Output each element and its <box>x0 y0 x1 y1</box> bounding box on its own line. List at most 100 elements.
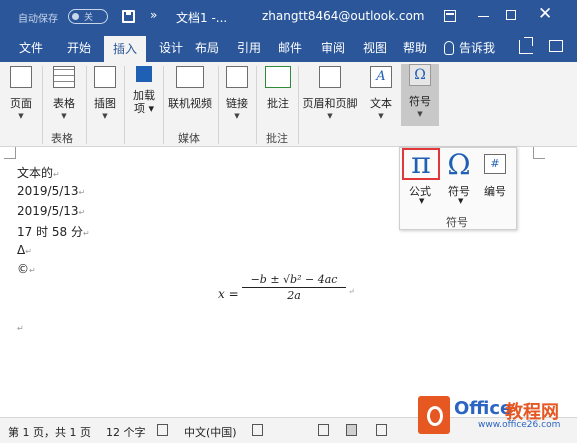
addins-label: 加载 项 ▾ <box>133 89 155 115</box>
chevron-down-icon: ▼ <box>61 112 67 120</box>
paragraph-mark-icon: ↵ <box>29 266 36 275</box>
table-button[interactable]: 表格 ▼ <box>46 66 82 122</box>
paragraph-mark-icon: ↵ <box>17 324 24 333</box>
illustrations-icon <box>94 66 116 88</box>
number-icon[interactable]: # <box>484 154 506 174</box>
watermark-brand: Office <box>454 398 513 419</box>
chevron-down-icon: ▼ <box>327 112 333 120</box>
tab-file[interactable]: 文件 <box>10 34 52 62</box>
print-layout-icon[interactable] <box>346 424 357 436</box>
symbols-label: 符号 <box>409 95 431 108</box>
link-button[interactable]: 链接 ▼ <box>220 66 254 122</box>
symbols-dropdown: π 公式 ▼ Ω 符号 ▼ # 编号 符号 <box>399 147 517 230</box>
read-mode-icon[interactable] <box>318 424 329 436</box>
equation-numerator: −b ± √b² − 4ac <box>242 273 346 288</box>
language[interactable]: 中文(中国) <box>184 424 237 440</box>
paragraph-mark-icon: ↵ <box>348 287 355 296</box>
paragraph-mark-icon: ↵ <box>53 170 60 179</box>
doc-line[interactable]: 17 时 58 分↵ <box>17 223 90 240</box>
chevron-down-icon: ▼ <box>102 112 108 120</box>
ribbon-tabs: 文件 开始 插入 设计 布局 引用 邮件 审阅 视图 帮助 告诉我 <box>0 34 577 62</box>
link-label: 链接 <box>226 97 248 110</box>
chevron-down-icon: ▼ <box>18 112 24 120</box>
line-text: Δ <box>17 243 26 257</box>
tell-me-search[interactable]: 告诉我 <box>456 34 498 62</box>
minimize-icon[interactable] <box>478 16 489 17</box>
text-button[interactable]: A 文本 ▼ <box>364 66 398 122</box>
equation-pi-icon[interactable]: π <box>402 148 440 180</box>
save-icon[interactable] <box>122 10 135 23</box>
ribbon-display-options-icon[interactable] <box>444 10 456 22</box>
watermark-url: www.office26.com <box>478 420 561 430</box>
margin-corner-mark <box>533 147 545 159</box>
line-text: 2019/5/13 <box>17 184 79 198</box>
paragraph-mark-icon: ↵ <box>82 229 90 238</box>
symbols-button[interactable]: Ω 符号 ▼ <box>401 64 439 126</box>
account-name[interactable]: zhangtt8464@outlook.com <box>262 9 425 23</box>
doc-line[interactable]: 2019/5/13↵ <box>17 204 85 218</box>
tab-layout[interactable]: 布局 <box>186 34 228 62</box>
tab-mailings[interactable]: 邮件 <box>269 34 311 62</box>
share-icon[interactable] <box>519 37 533 54</box>
line-text: 文本的 <box>17 166 54 180</box>
doc-line[interactable]: ©↵ <box>17 262 36 276</box>
margin-corner-mark <box>4 147 16 159</box>
header-footer-label: 页眉和页脚 <box>302 97 358 110</box>
number-label[interactable]: 编号 <box>484 183 506 199</box>
word-count[interactable]: 12 个字 <box>106 424 146 440</box>
doc-line[interactable]: 文本的↵ <box>17 164 60 181</box>
group-symbols: 符号 <box>446 216 468 229</box>
chevron-down-icon[interactable]: ▼ <box>419 197 424 205</box>
addins-icon <box>136 66 152 82</box>
lightbulb-icon <box>444 41 454 55</box>
page-button[interactable]: 页面 ▼ <box>4 66 38 122</box>
divider <box>124 66 125 144</box>
online-video-button[interactable]: 联机视频 <box>164 66 216 122</box>
title-bar: 自动保存 关 » 文档1 -... zhangtt8464@outlook.co… <box>0 0 577 34</box>
web-layout-icon[interactable] <box>376 424 387 436</box>
comments-icon[interactable] <box>549 40 563 52</box>
tab-references[interactable]: 引用 <box>228 34 270 62</box>
group-comment: 批注 <box>266 132 288 145</box>
line-text: 2019/5/13 <box>17 204 79 218</box>
symbol-omega-icon[interactable]: Ω <box>443 148 475 181</box>
table-icon <box>53 66 75 88</box>
paragraph-mark-icon: ↵ <box>78 188 86 197</box>
ribbon: 页面 ▼ 表格 ▼ 表格 插图 ▼ 加载 项 ▾ 联机视频 媒体 链接 ▼ 批注… <box>0 62 577 147</box>
equation[interactable]: x = −b ± √b² − 4ac 2a ↵ <box>218 273 355 302</box>
tab-insert[interactable]: 插入 <box>104 36 146 62</box>
text-label: 文本 <box>370 97 392 110</box>
link-icon <box>226 66 248 88</box>
quick-access-more[interactable]: » <box>150 8 157 22</box>
tab-view[interactable]: 视图 <box>354 34 396 62</box>
close-icon[interactable]: ✕ <box>538 4 552 24</box>
paragraph-mark-icon: ↵ <box>25 247 32 256</box>
page-label: 页面 <box>10 97 32 110</box>
accessibility-icon[interactable] <box>252 424 263 436</box>
autosave-toggle[interactable]: 关 <box>68 9 108 24</box>
maximize-icon[interactable] <box>506 10 516 20</box>
addins-button[interactable]: 加载 项 ▾ <box>127 66 161 122</box>
proofing-icon[interactable] <box>157 424 168 436</box>
divider <box>218 66 219 144</box>
autosave-state: 关 <box>84 13 94 23</box>
table-label: 表格 <box>53 97 75 110</box>
tab-review[interactable]: 审阅 <box>312 34 354 62</box>
divider <box>86 66 87 144</box>
tab-help[interactable]: 帮助 <box>394 34 436 62</box>
illustrations-button[interactable]: 插图 ▼ <box>88 66 122 122</box>
chevron-down-icon: ▼ <box>234 112 240 120</box>
header-footer-button[interactable]: 页眉和页脚 ▼ <box>300 66 360 122</box>
chevron-down-icon[interactable]: ▼ <box>458 197 463 205</box>
doc-line[interactable]: Δ↵ <box>17 243 32 257</box>
comment-button[interactable]: 批注 <box>259 66 297 122</box>
online-video-icon <box>176 66 204 88</box>
doc-line[interactable]: 2019/5/13↵ <box>17 184 85 198</box>
page-count[interactable]: 第 1 页，共 1 页 <box>8 424 91 440</box>
equation-fraction: −b ± √b² − 4ac 2a <box>242 273 346 302</box>
group-table: 表格 <box>51 132 73 145</box>
online-video-label: 联机视频 <box>168 97 212 110</box>
office-logo-icon <box>418 396 450 434</box>
tab-home[interactable]: 开始 <box>58 34 100 62</box>
doc-line-empty[interactable]: ↵ <box>17 320 24 334</box>
